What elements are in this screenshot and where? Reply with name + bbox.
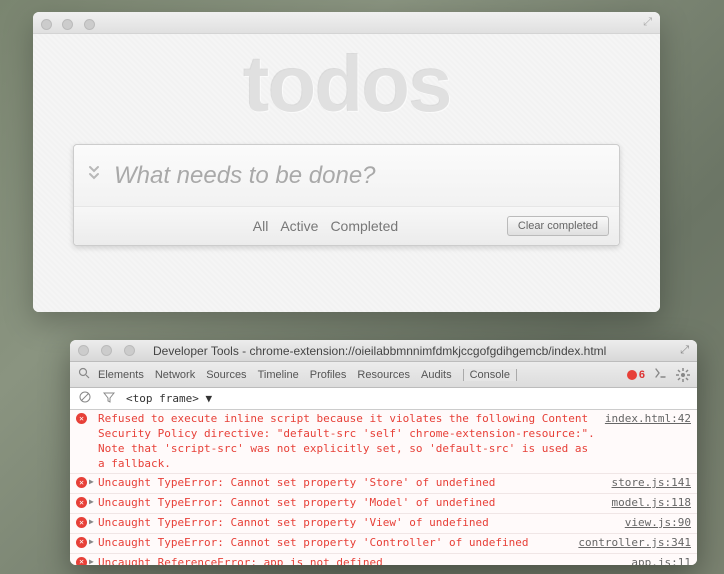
- tab-elements[interactable]: Elements: [98, 369, 144, 381]
- error-icon: [76, 477, 87, 488]
- console-error-row[interactable]: ▶ Uncaught TypeError: Cannot set property…: [70, 474, 697, 494]
- fullscreen-icon[interactable]: ⤢: [643, 16, 652, 29]
- filter-all[interactable]: All: [253, 218, 269, 234]
- gear-icon[interactable]: [675, 367, 691, 383]
- tab-resources[interactable]: Resources: [357, 369, 410, 381]
- devtools-titlebar[interactable]: Developer Tools - chrome-extension://oie…: [70, 340, 697, 362]
- error-message: Uncaught ReferenceError: app is not defi…: [98, 556, 623, 565]
- close-icon[interactable]: [41, 19, 52, 30]
- tab-timeline[interactable]: Timeline: [258, 369, 299, 381]
- new-todo-row: [74, 145, 619, 207]
- page-title: todos: [33, 44, 660, 124]
- expand-triangle-icon[interactable]: ▶: [89, 537, 94, 548]
- error-source-link[interactable]: controller.js:341: [570, 536, 691, 551]
- devtools-title: Developer Tools - chrome-extension://oie…: [149, 344, 672, 358]
- window-controls: [41, 17, 101, 35]
- window-controls: [70, 345, 149, 356]
- frame-selector[interactable]: <top frame> ▼: [126, 392, 212, 405]
- error-count-badge[interactable]: 6: [627, 369, 645, 381]
- todos-app-window: ⤢ todos All Active Completed Clear compl…: [33, 12, 660, 312]
- error-source-link[interactable]: index.html:42: [597, 412, 691, 427]
- filter-group: All Active Completed: [144, 218, 507, 234]
- console-toolbar: <top frame> ▼: [70, 388, 697, 410]
- error-icon: [76, 537, 87, 548]
- console-output: Refused to execute inline script because…: [70, 410, 697, 565]
- clear-completed-button[interactable]: Clear completed: [507, 216, 609, 236]
- app-titlebar[interactable]: ⤢: [33, 12, 660, 34]
- error-message: Refused to execute inline script because…: [98, 412, 597, 471]
- devtools-status: 6: [627, 367, 691, 383]
- tab-audits[interactable]: Audits: [421, 369, 452, 381]
- expand-triangle-icon[interactable]: ▶: [89, 517, 94, 528]
- minimize-icon[interactable]: [101, 345, 112, 356]
- error-source-link[interactable]: model.js:118: [604, 496, 691, 511]
- drawer-toggle-icon[interactable]: [653, 367, 667, 382]
- filter-completed[interactable]: Completed: [330, 218, 398, 234]
- expand-triangle-icon[interactable]: ▶: [89, 477, 94, 488]
- tab-sources[interactable]: Sources: [206, 369, 246, 381]
- app-body: todos All Active Completed Clear complet…: [33, 34, 660, 312]
- error-icon: [76, 413, 87, 424]
- chevron-down-icon[interactable]: [74, 163, 114, 188]
- error-icon: [76, 497, 87, 508]
- error-message: Uncaught TypeError: Cannot set property …: [98, 496, 604, 511]
- error-message: Uncaught TypeError: Cannot set property …: [98, 516, 617, 531]
- error-icon: [76, 557, 87, 565]
- console-error-row[interactable]: ▶ Uncaught TypeError: Cannot set property…: [70, 534, 697, 554]
- console-error-row[interactable]: ▶ Uncaught ReferenceError: app is not def…: [70, 554, 697, 565]
- console-error-row[interactable]: ▶ Uncaught TypeError: Cannot set property…: [70, 494, 697, 514]
- tab-console[interactable]: Console: [463, 369, 517, 381]
- console-error-row[interactable]: Refused to execute inline script because…: [70, 410, 697, 474]
- fullscreen-icon[interactable]: ⤢: [672, 344, 697, 357]
- filter-active[interactable]: Active: [280, 218, 318, 234]
- error-message: Uncaught TypeError: Cannot set property …: [98, 476, 604, 491]
- expand-triangle-icon[interactable]: ▶: [89, 557, 94, 565]
- zoom-icon[interactable]: [84, 19, 95, 30]
- tab-profiles[interactable]: Profiles: [310, 369, 347, 381]
- clear-console-icon[interactable]: [78, 391, 92, 406]
- devtools-tabbar: Elements Network Sources Timeline Profil…: [70, 362, 697, 388]
- todo-footer: All Active Completed Clear completed: [74, 207, 619, 245]
- expand-triangle-icon[interactable]: ▶: [89, 497, 94, 508]
- devtools-window: Developer Tools - chrome-extension://oie…: [70, 340, 697, 565]
- error-message: Uncaught TypeError: Cannot set property …: [98, 536, 570, 551]
- error-icon: [76, 517, 87, 528]
- zoom-icon[interactable]: [124, 345, 135, 356]
- search-icon[interactable]: [76, 367, 92, 382]
- todo-panel: All Active Completed Clear completed: [73, 144, 620, 246]
- new-todo-input[interactable]: [114, 162, 619, 190]
- console-error-row[interactable]: ▶ Uncaught TypeError: Cannot set property…: [70, 514, 697, 534]
- tab-network[interactable]: Network: [155, 369, 195, 381]
- close-icon[interactable]: [78, 345, 89, 356]
- error-source-link[interactable]: view.js:90: [617, 516, 691, 531]
- minimize-icon[interactable]: [62, 19, 73, 30]
- filter-icon[interactable]: [102, 391, 116, 406]
- error-source-link[interactable]: app.js:11: [623, 556, 691, 565]
- error-source-link[interactable]: store.js:141: [604, 476, 691, 491]
- devtools-tabs: Elements Network Sources Timeline Profil…: [98, 369, 627, 381]
